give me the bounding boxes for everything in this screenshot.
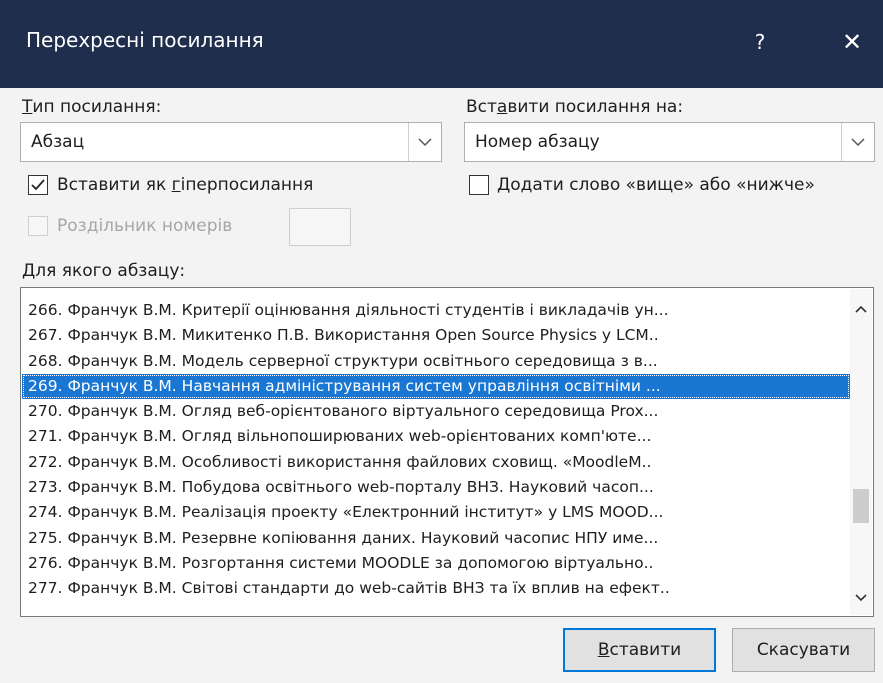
checkmark-icon bbox=[31, 179, 45, 191]
list-item[interactable]: 272. Франчук В.М. Особливості використан… bbox=[22, 450, 850, 475]
insert-button[interactable]: Вставити bbox=[563, 628, 716, 672]
insert-reference-to-label: Вставити посилання на: bbox=[466, 97, 684, 117]
close-button[interactable]: ✕ bbox=[830, 18, 874, 66]
list-item[interactable]: 268. Франчук В.М. Модель серверної струк… bbox=[22, 349, 850, 374]
scroll-up-arrow-icon[interactable] bbox=[850, 298, 872, 320]
list-item[interactable]: 274. Франчук В.М. Реалізація проекту «Ел… bbox=[22, 500, 850, 525]
reference-type-select[interactable]: Абзац bbox=[20, 122, 442, 162]
list-item[interactable]: 271. Франчук В.М. Огляд вільнопоширювани… bbox=[22, 424, 850, 449]
vertical-scrollbar[interactable] bbox=[850, 289, 872, 615]
cancel-button[interactable]: Скасувати bbox=[732, 628, 875, 672]
insert-reference-to-select[interactable]: Номер абзацу bbox=[464, 122, 875, 162]
list-item[interactable]: 267. Франчук В.М. Микитенко П.В. Викорис… bbox=[22, 323, 850, 348]
help-button[interactable]: ? bbox=[748, 22, 772, 62]
scrollbar-thumb[interactable] bbox=[853, 489, 869, 523]
insert-reference-to-value: Номер абзацу bbox=[475, 132, 600, 152]
reference-type-label: Тип посилання: bbox=[22, 97, 162, 117]
list-item[interactable]: 270. Франчук В.М. Огляд веб-орієнтованог… bbox=[22, 399, 850, 424]
list-item[interactable]: 266. Франчук В.М. Критерії оцінювання ді… bbox=[22, 298, 850, 323]
which-paragraph-label: Для якого абзацу: bbox=[22, 261, 186, 281]
paragraph-listbox[interactable]: 266. Франчук В.М. Критерії оцінювання ді… bbox=[20, 287, 874, 617]
insert-as-hyperlink-label: Вставити як гіперпосилання bbox=[57, 175, 314, 195]
scroll-down-arrow-icon[interactable] bbox=[850, 587, 872, 609]
separate-numbers-checkbox[interactable] bbox=[28, 216, 48, 236]
paragraph-list: 266. Франчук В.М. Критерії оцінювання ді… bbox=[22, 298, 850, 602]
separator-input[interactable] bbox=[289, 208, 351, 246]
chevron-down-icon[interactable] bbox=[408, 123, 441, 161]
title-bar: Перехресні посилання ? ✕ bbox=[0, 0, 883, 88]
dialog-title: Перехресні посилання bbox=[26, 28, 264, 52]
list-item[interactable]: 273. Франчук В.М. Побудова освітнього we… bbox=[22, 475, 850, 500]
include-above-below-checkbox[interactable] bbox=[469, 175, 489, 195]
insert-as-hyperlink-checkbox[interactable] bbox=[28, 175, 48, 195]
list-item[interactable]: 275. Франчук В.М. Резервне копіювання да… bbox=[22, 526, 850, 551]
separate-numbers-label: Роздільник номерів bbox=[57, 216, 233, 236]
include-above-below-label: Додати слово «вище» або «нижче» bbox=[497, 175, 815, 195]
list-item-selected[interactable]: 269. Франчук В.М. Навчання адмініструван… bbox=[22, 373, 850, 400]
reference-type-value: Абзац bbox=[31, 132, 85, 152]
chevron-down-icon[interactable] bbox=[841, 123, 874, 161]
list-item[interactable]: 276. Франчук В.М. Розгортання системи MO… bbox=[22, 551, 850, 576]
list-item[interactable]: 277. Франчук В.М. Світові стандарти до w… bbox=[22, 576, 850, 601]
